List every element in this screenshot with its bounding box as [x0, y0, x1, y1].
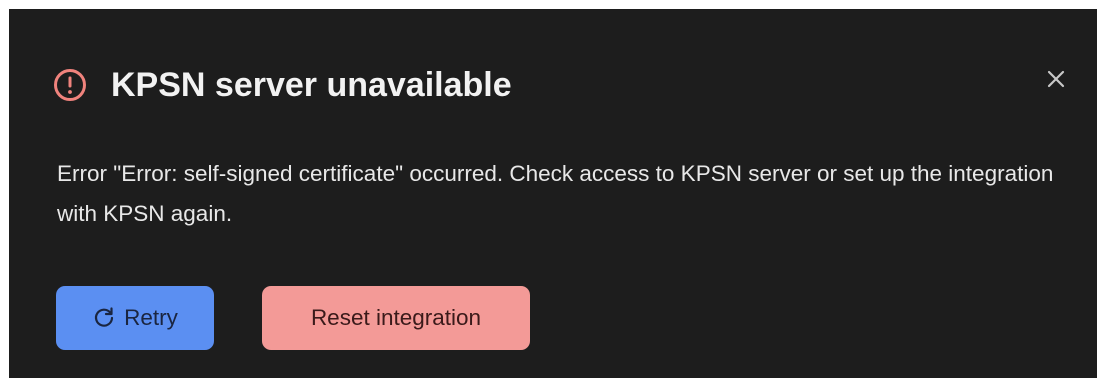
notification-message: Error "Error: self-signed certificate" o…	[57, 161, 1054, 226]
close-icon	[1046, 69, 1066, 94]
close-button[interactable]	[1039, 64, 1073, 98]
alert-circle-icon	[53, 68, 87, 102]
refresh-icon	[92, 306, 116, 330]
reset-integration-button[interactable]: Reset integration	[262, 286, 530, 350]
error-notification: KPSN server unavailable Error "Error: se…	[9, 9, 1097, 378]
notification-title: KPSN server unavailable	[111, 65, 512, 104]
notification-actions: Retry Reset integration	[56, 286, 530, 350]
retry-button[interactable]: Retry	[56, 286, 214, 350]
reset-integration-button-label: Reset integration	[310, 305, 482, 330]
retry-button-label: Retry	[124, 305, 178, 330]
notification-header: KPSN server unavailable	[53, 63, 512, 107]
